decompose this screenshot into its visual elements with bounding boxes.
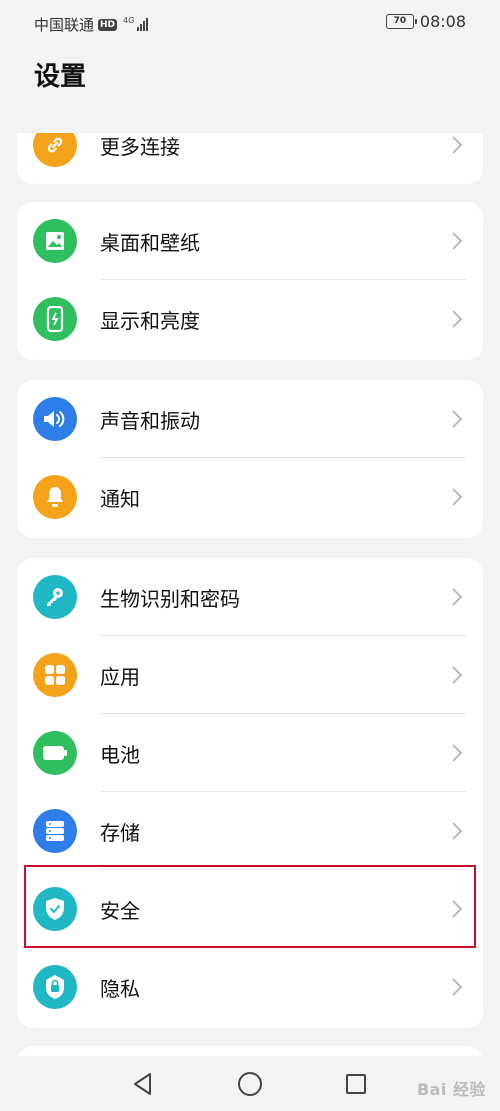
settings-item-label: 桌面和壁纸: [100, 230, 200, 255]
settings-item-label: 隐私: [100, 976, 140, 1001]
chevron-right-icon: [452, 822, 463, 840]
settings-group-system: 生物识别和密码 应用 电池 存储 安全 隐私: [17, 558, 483, 1028]
settings-item-sound[interactable]: 声音和振动: [17, 380, 483, 458]
signal-icon: 4G: [123, 16, 149, 31]
home-button[interactable]: [230, 1064, 270, 1104]
clock: 08:08: [419, 12, 466, 31]
navigation-bar: Bai 经验: [0, 1056, 500, 1111]
settings-item-battery[interactable]: 电池: [17, 714, 483, 792]
chevron-right-icon: [452, 310, 463, 328]
recents-button[interactable]: [336, 1064, 376, 1104]
settings-item-label: 显示和亮度: [100, 308, 200, 333]
settings-group-sound: 声音和振动 通知: [17, 380, 483, 538]
hd-badge: HD: [98, 18, 118, 31]
chevron-right-icon: [452, 666, 463, 684]
back-triangle-icon: [134, 1073, 151, 1095]
chevron-right-icon: [452, 744, 463, 762]
back-button[interactable]: [123, 1064, 163, 1104]
right-status: 70 08:08: [385, 12, 466, 31]
settings-group-display: 桌面和壁纸 显示和亮度: [17, 202, 483, 360]
carrier-name: 中国联通: [34, 16, 95, 34]
chevron-right-icon: [452, 136, 463, 154]
battery-icon: 70: [385, 14, 417, 29]
settings-item-label: 更多连接: [100, 134, 180, 159]
display-icon: [33, 297, 77, 341]
settings-item-display[interactable]: 显示和亮度: [17, 280, 483, 358]
settings-item-label: 存储: [100, 820, 140, 845]
chevron-right-icon: [452, 488, 463, 506]
highlight-box: [24, 865, 476, 948]
settings-item-privacy[interactable]: 隐私: [17, 948, 483, 1026]
settings-item-label: 生物识别和密码: [100, 586, 240, 611]
chevron-right-icon: [452, 588, 463, 606]
bell-icon: [33, 475, 77, 519]
settings-item-biometrics[interactable]: 生物识别和密码: [17, 558, 483, 636]
chevron-right-icon: [452, 232, 463, 250]
settings-item-more-connections[interactable]: 更多连接: [17, 133, 483, 184]
home-circle-icon: [238, 1072, 262, 1096]
apps-icon: [33, 653, 77, 697]
battery-icon: [33, 731, 77, 775]
carrier-info: 中国联通 HD 4G: [34, 14, 149, 35]
settings-item-label: 通知: [100, 486, 140, 511]
settings-item-storage[interactable]: 存储: [17, 792, 483, 870]
chevron-right-icon: [452, 410, 463, 428]
privacy-lock-icon: [33, 965, 77, 1009]
settings-item-label: 应用: [100, 664, 140, 689]
key-icon: [33, 575, 77, 619]
page-title: 设置: [34, 62, 87, 92]
sound-icon: [33, 397, 77, 441]
settings-item-apps[interactable]: 应用: [17, 636, 483, 714]
chevron-right-icon: [452, 978, 463, 996]
status-bar: 中国联通 HD 4G 70 08:08: [0, 0, 500, 48]
link-icon: [33, 133, 77, 167]
settings-item-notifications[interactable]: 通知: [17, 458, 483, 536]
storage-icon: [33, 809, 77, 853]
watermark: Bai 经验: [416, 1080, 486, 1099]
settings-item-label: 声音和振动: [100, 408, 200, 433]
network-type: 4G: [123, 16, 135, 25]
settings-group-connections: 更多连接: [17, 133, 483, 184]
wallpaper-icon: [33, 219, 77, 263]
settings-item-label: 电池: [100, 742, 140, 767]
recents-square-icon: [346, 1074, 366, 1094]
settings-item-wallpaper[interactable]: 桌面和壁纸: [17, 202, 483, 280]
